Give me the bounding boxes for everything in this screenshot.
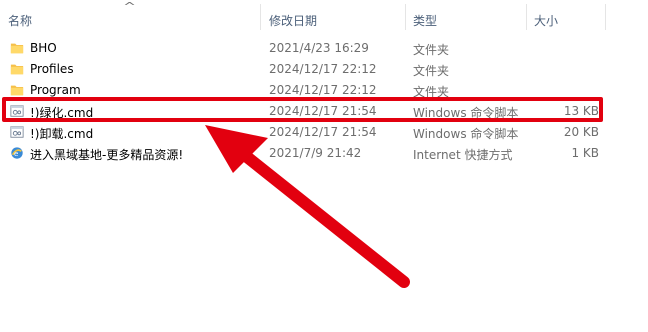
annotation-arrow-icon xyxy=(205,125,410,288)
